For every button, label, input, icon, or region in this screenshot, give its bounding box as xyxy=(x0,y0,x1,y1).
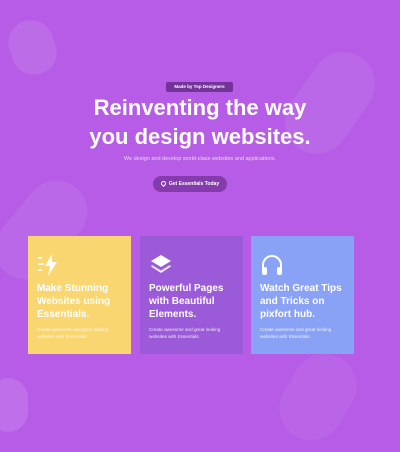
layers-icon xyxy=(151,255,171,273)
decorative-shape xyxy=(267,342,369,452)
card-title: Powerful Pages with Beautiful Elements. xyxy=(149,283,224,320)
card-description: Create awesome and great looking website… xyxy=(149,327,221,339)
feature-card[interactable]: Powerful Pages with Beautiful Elements. … xyxy=(140,236,243,354)
hero-subtitle: We design and develop world-class websit… xyxy=(123,156,277,162)
cta-label: Get Essentials Today xyxy=(168,181,220,187)
feature-card[interactable]: Make Stunning Websites using Essentials.… xyxy=(28,236,131,354)
feature-card[interactable]: Watch Great Tips and Tricks on pixfort h… xyxy=(251,236,354,354)
headline-line-2: you design websites. xyxy=(89,124,311,149)
map-pin-icon xyxy=(159,179,167,188)
headline-line-1: Reinventing the way xyxy=(93,95,307,120)
get-essentials-button[interactable]: Get Essentials Today xyxy=(153,176,227,192)
lightning-icon xyxy=(38,254,57,276)
decorative-shape xyxy=(0,378,28,432)
card-description: Create awesome and great looking website… xyxy=(37,327,109,339)
card-title: Make Stunning Websites using Essentials. xyxy=(37,283,111,320)
decorative-shape xyxy=(1,13,64,82)
card-title: Watch Great Tips and Tricks on pixfort h… xyxy=(260,283,342,320)
headphones-icon xyxy=(262,255,282,275)
hero-headline: Reinventing the way you design websites. xyxy=(0,93,400,151)
hero-badge: Made by Top Designers xyxy=(166,82,233,92)
card-description: Create awesome and great looking website… xyxy=(260,327,332,339)
